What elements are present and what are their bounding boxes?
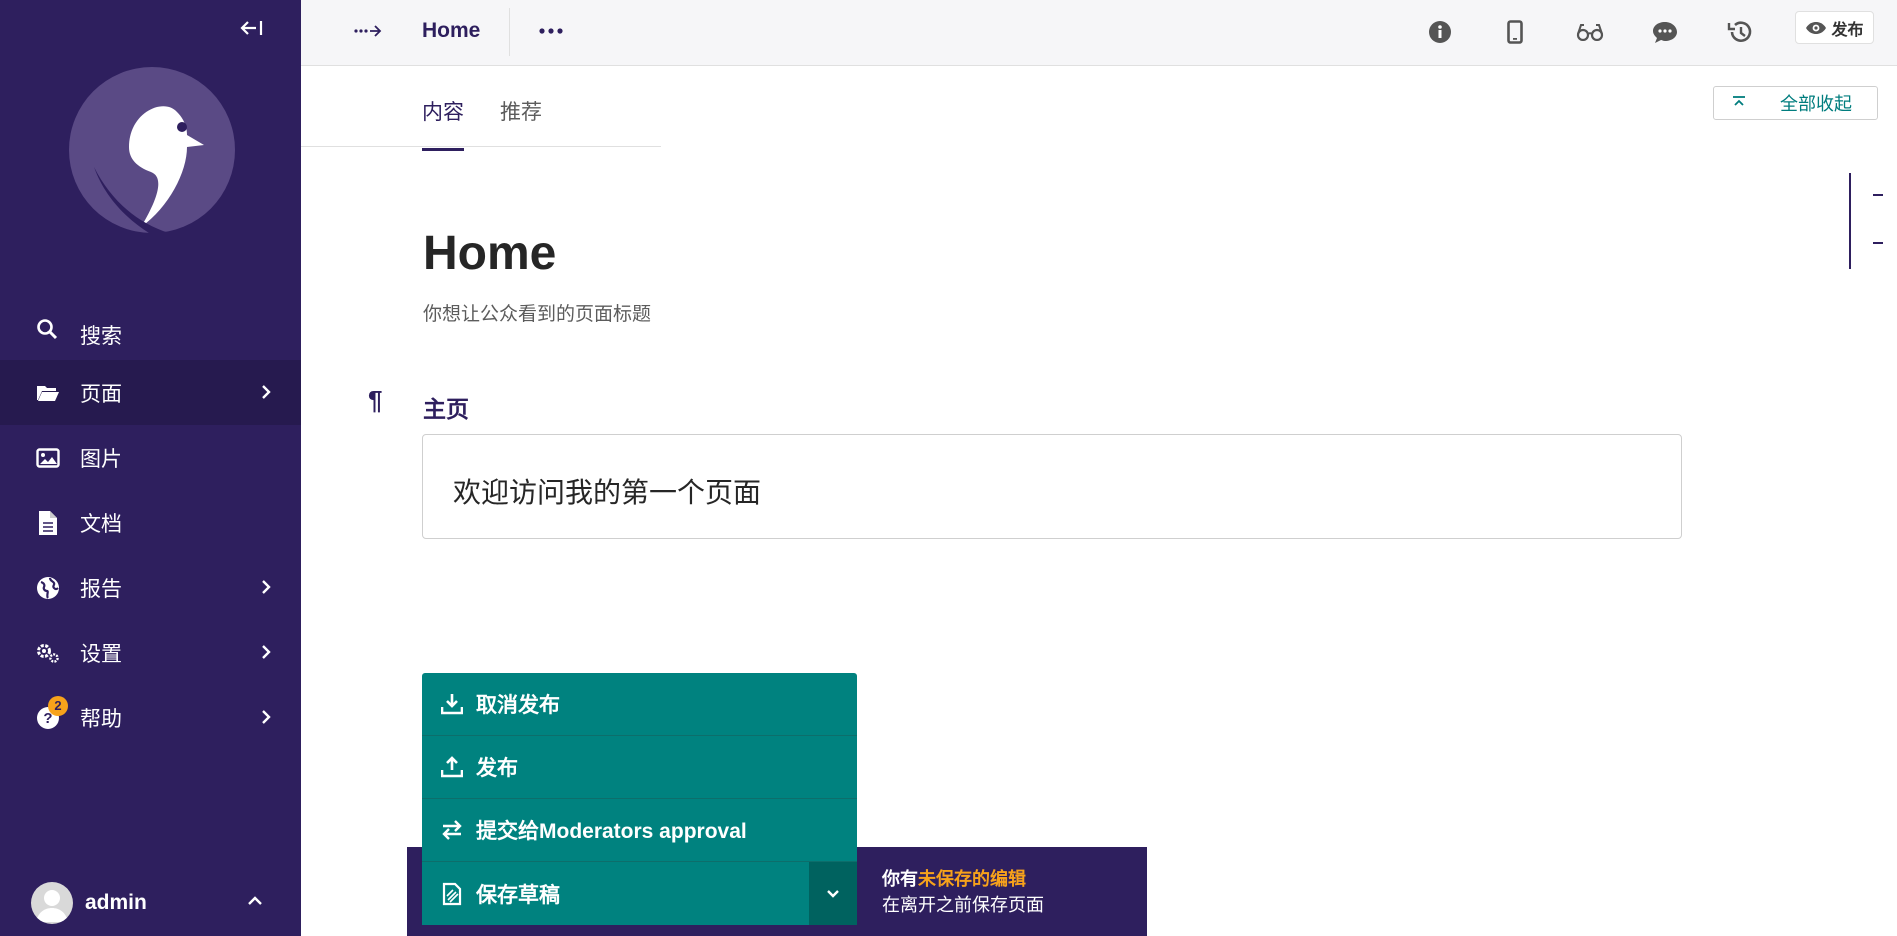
chevron-right-icon [262, 710, 271, 724]
minimap-item[interactable] [1873, 194, 1883, 196]
save-draft-button[interactable]: 保存草稿 [422, 862, 857, 925]
pilcrow-icon: ¶ [368, 385, 383, 415]
sidebar-item-documents[interactable]: 文档 [0, 490, 301, 555]
sidebar-item-pages[interactable]: 页面 [0, 360, 301, 425]
collapse-all-button[interactable]: 全部收起 [1713, 86, 1878, 120]
ellipsis-icon [539, 28, 563, 34]
document-icon [36, 510, 60, 535]
unsaved-line2: 在离开之前保存页面 [882, 895, 1044, 915]
chevron-down-icon [827, 889, 839, 898]
sidebar: 搜索 页面 图片 文档 报告 设置 ? 2 帮助 admin [0, 0, 301, 936]
search-icon [36, 318, 58, 346]
sidebar-item-help[interactable]: ? 2 帮助 [0, 685, 301, 750]
mobile-icon[interactable] [1495, 12, 1535, 52]
chevron-right-icon [262, 385, 271, 399]
sidebar-search[interactable]: 搜索 [0, 304, 301, 360]
minimap-item[interactable] [1873, 242, 1883, 244]
sidebar-item-label: 报告 [80, 577, 122, 601]
chevron-right-icon [262, 580, 271, 594]
action-menu: 取消发布 发布 提交给Moderators approval 保存草稿 [422, 673, 857, 925]
submit-moderation-button[interactable]: 提交给Moderators approval [422, 799, 857, 862]
unsaved-prefix: 你有 [882, 869, 918, 889]
collapse-up-icon [1732, 93, 1746, 114]
swap-arrows-icon [440, 818, 464, 842]
save-draft-label: 保存草稿 [476, 883, 560, 907]
sidebar-search-label: 搜索 [80, 325, 122, 348]
collapse-sidebar-icon[interactable] [238, 14, 266, 42]
minimap[interactable] [1849, 173, 1897, 269]
preview-label: 发布 [1831, 21, 1864, 39]
unpublish-label: 取消发布 [476, 694, 560, 717]
unsaved-changes-notice: 你有未保存的编辑 在离开之前保存页面 [882, 866, 1044, 918]
editor-tabs: 内容 推荐 [301, 66, 661, 151]
page-title[interactable]: Home [423, 226, 556, 281]
sidebar-item-label: 帮助 [80, 707, 122, 731]
chevron-right-icon [262, 645, 271, 659]
download-icon [440, 692, 464, 716]
tab-promote[interactable]: 推荐 [500, 96, 542, 148]
sidebar-item-label: 设置 [80, 642, 122, 666]
title-help-text: 你想让公众看到的页面标题 [423, 304, 652, 325]
globe-icon [36, 576, 60, 600]
history-icon[interactable] [1720, 12, 1760, 52]
publish-label: 发布 [476, 757, 518, 780]
more-actions-toggle[interactable] [809, 862, 857, 925]
header-divider [509, 8, 510, 56]
publish-button[interactable]: 发布 [422, 736, 857, 799]
sidebar-item-label: 页面 [80, 382, 122, 406]
sidebar-item-images[interactable]: 图片 [0, 425, 301, 490]
folder-open-icon [36, 381, 60, 405]
upload-icon [440, 755, 464, 779]
sidebar-item-reports[interactable]: 报告 [0, 555, 301, 620]
help-badge: 2 [48, 695, 68, 716]
help-icon: ? 2 [36, 695, 68, 730]
unsaved-highlight: 未保存的编辑 [918, 869, 1026, 889]
more-actions-button[interactable] [533, 16, 569, 46]
info-icon[interactable] [1420, 12, 1460, 52]
glasses-icon[interactable] [1570, 12, 1610, 52]
preview-button[interactable]: 发布 [1795, 11, 1874, 44]
breadcrumb-toggle[interactable] [351, 16, 385, 46]
unpublish-button[interactable]: 取消发布 [422, 673, 857, 736]
wagtail-logo[interactable] [69, 67, 235, 233]
cogs-icon [36, 641, 60, 665]
user-name: admin [85, 891, 147, 914]
tab-content[interactable]: 内容 [422, 96, 464, 151]
draft-icon [440, 882, 464, 906]
avatar [31, 882, 73, 924]
sidebar-item-label: 文档 [80, 512, 122, 536]
header: Home 发布 [301, 0, 1897, 66]
submit-label: 提交给Moderators approval [476, 820, 747, 843]
comment-icon[interactable] [1645, 12, 1685, 52]
sidebar-item-settings[interactable]: 设置 [0, 620, 301, 685]
body-field-label: 主页 [423, 396, 469, 422]
chevron-up-icon [248, 896, 262, 905]
collapse-all-label: 全部收起 [1780, 94, 1852, 114]
sidebar-item-label: 图片 [80, 447, 122, 471]
breadcrumb-title[interactable]: Home [422, 16, 480, 46]
body-field-input[interactable]: 欢迎访问我的第一个页面 [422, 434, 1682, 539]
image-icon [36, 446, 60, 470]
eye-icon [1806, 21, 1827, 34]
sidebar-menu: 页面 图片 文档 报告 设置 ? 2 帮助 [0, 360, 301, 750]
account-menu[interactable]: admin [0, 870, 301, 936]
